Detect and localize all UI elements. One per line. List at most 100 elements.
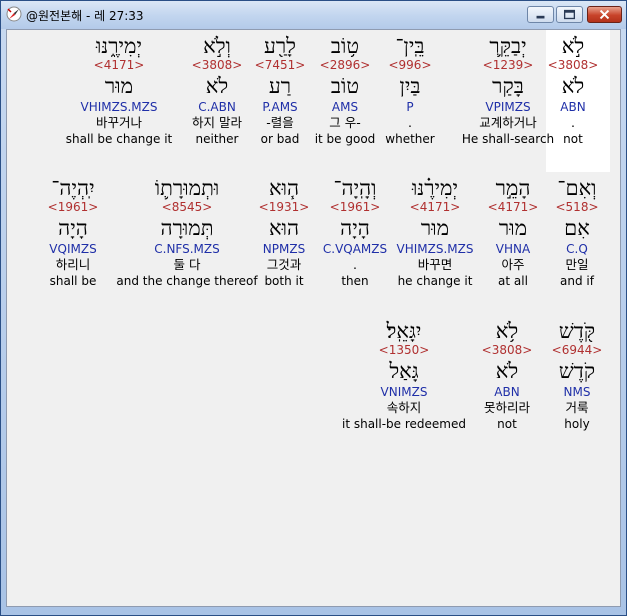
english-gloss: it shall-be redeemed [341, 417, 467, 431]
english-gloss: whether [385, 132, 435, 146]
word-column[interactable]: יִֽהְיֶה־ <1961> הָיָה VQIMZS 하리니 shall be [48, 176, 99, 289]
word-column[interactable]: לֹ֣א <3808> לֹא ABN. not [548, 34, 599, 147]
maximize-icon [563, 9, 576, 20]
morphology-code: ABN [560, 100, 586, 114]
english-gloss: and the change thereof [116, 274, 258, 288]
morphology-code: C.Q [566, 242, 588, 256]
english-gloss: shall be [49, 274, 97, 288]
hebrew-word: לֹ֥א [495, 319, 519, 343]
morphology-code: P.AMS [262, 100, 298, 114]
word-column[interactable]: ט֥וֹב <2896> טוֹב AMS 그 우-it be good [315, 34, 376, 147]
strong-number: <996> [388, 58, 432, 72]
close-button[interactable] [587, 6, 622, 23]
word-column[interactable]: ה֧וּא <1931> הוּא NPMZS 그것과 both it [259, 176, 310, 289]
english-gloss: both it [264, 274, 304, 288]
app-window: @원전본해 - 레 27:33 לֹ֣א <3808> לֹא ABN. not יְבַ… [0, 0, 627, 616]
lemma-word: לֹא [495, 359, 519, 383]
hebrew-word: וְלֹ֣א [203, 34, 231, 58]
word-column[interactable]: לָרַ֖ע <7451> רַע P.AMS -렬을 or bad [255, 34, 306, 147]
strong-number: <1931> [258, 200, 310, 214]
morphology-code: AMS [331, 100, 359, 114]
hebrew-word: לֹ֣א [561, 34, 585, 58]
word-column[interactable]: יִגָּאֵֽל׃ <1350> גָּאַל VNIMZS 속하지 it shall-… [342, 319, 466, 432]
lemma-word: קֹדֶשׁ [558, 359, 596, 383]
hebrew-word: קֹּ֖דֶשׁ [558, 319, 596, 343]
morphology-code: VHIMZS.MZS [80, 100, 158, 114]
word-column[interactable]: וְהָֽיָה־ <1961> הָיָה C.VQAMZS. then [323, 176, 387, 289]
hebrew-word: וּתְמוּרָת֛וֹ [154, 176, 220, 200]
korean-gloss: 속하지 [386, 400, 422, 415]
morphology-code: NMS [563, 385, 591, 399]
word-column[interactable]: וְאִם־ <518> אִם C.Q 만일 and if [555, 176, 598, 289]
morphology-code: C.NFS.MZS [154, 242, 220, 256]
hebrew-word: הָמֵ֣ר [495, 176, 531, 200]
lemma-word: מוּר [498, 216, 528, 240]
maximize-button[interactable] [556, 6, 583, 23]
hebrew-word: וְאִם־ [557, 176, 597, 200]
morphology-code: VNIMZS [380, 385, 428, 399]
title-bar[interactable]: @원전본해 - 레 27:33 [1, 1, 626, 29]
lemma-word: בָּקַר [492, 74, 524, 98]
minimize-button[interactable] [527, 6, 554, 23]
word-column[interactable]: לֹ֥א <3808> לֹא ABN 못하리라 not [482, 319, 533, 432]
lemma-word: לֹא [205, 74, 229, 98]
morphology-code: C.ABN [198, 100, 236, 114]
hebrew-word: ה֧וּא [268, 176, 300, 200]
word-column[interactable]: וּתְמוּרָת֛וֹ <8545> תְּמוּרָה C.NFS.MZS 둘 다… [116, 176, 257, 289]
morphology-code: VHIMZS.MZS [396, 242, 474, 256]
korean-gloss: 만일 [565, 257, 589, 272]
word-column[interactable]: קֹּ֖דֶשׁ <6944> קֹדֶשׁ NMS 거룩 holy [552, 319, 603, 432]
morphology-code: VPIMZS [485, 100, 531, 114]
strong-number: <3808> [191, 58, 243, 72]
word-column[interactable]: וְלֹ֣א <3808> לֹא C.ABN 하지 말라 neither [192, 34, 243, 147]
strong-number: <8545> [161, 200, 213, 214]
word-column[interactable]: יְמִירֶ֗נּוּ <4171> מוּר VHIMZS.MZS 바꾸면 he ch… [397, 176, 474, 289]
korean-gloss: . [353, 257, 357, 272]
strong-number: <1961> [47, 200, 99, 214]
strong-number: <6944> [551, 343, 603, 357]
morphology-code: VQIMZS [49, 242, 97, 256]
word-column[interactable]: בֵּֽין־ <996> בַּיִן P. whether [385, 34, 434, 147]
strong-number: <4171> [93, 58, 145, 72]
korean-gloss: 교계하거나 [479, 115, 537, 130]
english-gloss: or bad [260, 132, 300, 146]
minimize-icon [536, 15, 545, 19]
word-column[interactable]: הָמֵ֣ר <4171> מוּר VHNA 아주 at all [488, 176, 539, 289]
morphology-code: VHNA [495, 242, 531, 256]
strong-number: <2896> [319, 58, 371, 72]
lemma-word: אִם [564, 216, 590, 240]
lemma-word: הָיָה [340, 216, 370, 240]
strong-number: <3808> [481, 343, 533, 357]
strong-number: <1961> [329, 200, 381, 214]
lemma-word: לֹא [561, 74, 585, 98]
english-gloss: then [341, 274, 369, 288]
korean-gloss: 아주 [501, 257, 525, 272]
interlinear-view: לֹ֣א <3808> לֹא ABN. not יְבַקֵּ֛ר <1239> בָּקַ… [6, 29, 621, 607]
morphology-code: C.VQAMZS [322, 242, 388, 256]
morphology-code: P [406, 100, 414, 114]
korean-gloss: 바꾸면 [417, 257, 453, 272]
lemma-word: מוּר [420, 216, 450, 240]
word-column[interactable]: יְמִירֶ֑נּוּ <4171> מוּר VHIMZS.MZS 바꾸거나 shal… [66, 34, 173, 147]
hebrew-word: יִגָּאֵֽל׃ [386, 319, 422, 343]
strong-number: <518> [555, 200, 599, 214]
korean-gloss: . [571, 115, 575, 130]
hebrew-word: יְמִירֶ֗נּוּ [412, 176, 458, 200]
compass-app-icon[interactable] [6, 6, 22, 22]
korean-gloss: . [408, 115, 412, 130]
window-title: @원전본해 - 레 27:33 [26, 9, 144, 23]
close-icon [599, 9, 610, 20]
english-gloss: He shall-search [461, 132, 555, 146]
lemma-word: בַּיִן [399, 74, 421, 98]
lemma-word: הָיָה [58, 216, 88, 240]
english-gloss: it be good [314, 132, 376, 146]
korean-gloss: 둘 다 [173, 257, 201, 272]
english-gloss: holy [564, 417, 590, 431]
english-gloss: at all [498, 274, 528, 288]
strong-number: <7451> [254, 58, 306, 72]
strong-number: <3808> [547, 58, 599, 72]
lemma-word: רַע [268, 74, 292, 98]
korean-gloss: 하지 말라 [192, 115, 242, 130]
word-column[interactable]: יְבַקֵּ֛ר <1239> בָּקַר VPIMZS 교계하거나 He shall… [462, 34, 554, 147]
strong-number: <4171> [409, 200, 461, 214]
